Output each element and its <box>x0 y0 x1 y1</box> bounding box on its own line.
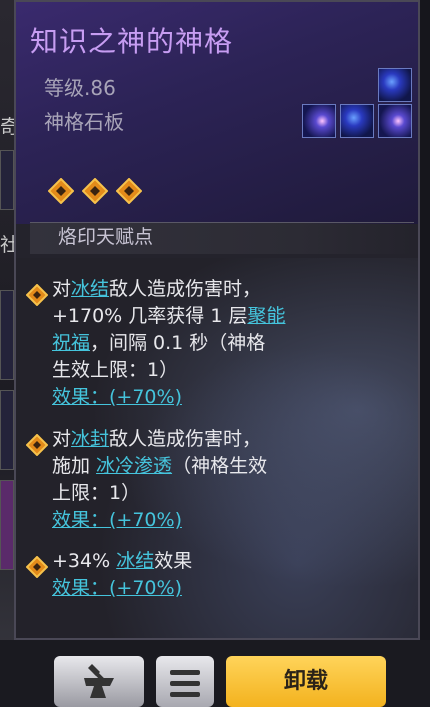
affix-text-line: 对冰结敌人造成伤害时， <box>52 276 406 303</box>
affix-text-line: 祝福，间隔 0.1 秒（神格 <box>52 330 406 357</box>
slate-tile-icon <box>378 68 412 102</box>
rarity-gem-icon <box>116 178 142 204</box>
affix-text-line: 上限：1） <box>52 482 141 504</box>
affix-text: 对 <box>52 278 72 300</box>
affix-effect[interactable]: 效果：(+70%) <box>52 507 406 534</box>
affix-text: 敌人造成伤害时， <box>109 428 262 450</box>
keyword-link[interactable]: 祝福 <box>52 332 90 354</box>
item-header: 知识之神的神格 等级.86 神格石板 <box>16 2 418 224</box>
affix-text: +34% <box>52 550 117 572</box>
affix-text: （神格生效 <box>172 455 268 477</box>
affix-effect[interactable]: 效果：(+70%) <box>52 575 406 602</box>
affix-text: 施加 <box>52 455 97 477</box>
slate-tile-icon <box>340 104 374 138</box>
affix-bullet-icon <box>26 556 48 578</box>
slate-tile-icon <box>378 104 412 138</box>
menu-icon <box>156 656 214 697</box>
rarity-gems <box>48 178 142 204</box>
affix-text-line: 对冰封敌人造成伤害时， <box>52 426 406 453</box>
affix-text-line: 施加 冰冷渗透（神格生效 <box>52 453 406 480</box>
affix-bullet-icon <box>26 284 48 306</box>
item-title: 知识之神的神格 <box>30 25 234 58</box>
affix-text: ，间隔 0.1 秒（神格 <box>90 332 266 354</box>
keyword-link[interactable]: 冰冷渗透 <box>96 455 172 477</box>
background-slot <box>0 150 14 210</box>
item-level: 等级.86 <box>44 76 116 100</box>
affix-bullet-icon <box>26 434 48 456</box>
affix-text: 效果 <box>154 550 193 572</box>
section-header: 烙印天赋点 <box>30 222 414 254</box>
affix-text-line: 生效上限：1） <box>52 359 179 381</box>
rarity-gem-icon <box>48 178 74 204</box>
unload-button[interactable]: 卸载 <box>226 656 386 707</box>
menu-button[interactable] <box>156 656 214 707</box>
affix-text-line: +34% 冰结效果 <box>52 548 406 575</box>
keyword-link[interactable]: 聚能 <box>247 305 285 327</box>
item-type: 神格石板 <box>44 110 124 134</box>
divinity-slate-shape <box>302 66 414 142</box>
affix-text: 对 <box>52 428 72 450</box>
affix-entry: +34% 冰结效果 效果：(+70%) <box>26 548 406 602</box>
affix-entry: 对冰结敌人造成伤害时， +170% 几率获得 1 层聚能 祝福，间隔 0.1 秒… <box>26 276 406 411</box>
background-slot <box>0 480 14 570</box>
anvil-hammer-icon <box>84 664 114 698</box>
affix-text: +170% 几率获得 1 层 <box>52 305 248 327</box>
affix-list: 对冰结敌人造成伤害时， +170% 几率获得 1 层聚能 祝福，间隔 0.1 秒… <box>16 258 418 638</box>
keyword-link[interactable]: 冰结 <box>71 278 109 300</box>
background-slot <box>0 290 14 380</box>
item-tooltip-panel: 知识之神的神格 等级.86 神格石板 烙印天赋点 对冰结敌人造成伤害时， +17… <box>14 0 420 640</box>
background-slot <box>0 390 14 470</box>
forge-button[interactable] <box>54 656 144 707</box>
keyword-link[interactable]: 冰封 <box>71 428 109 450</box>
affix-entry: 对冰封敌人造成伤害时， 施加 冰冷渗透（神格生效 上限：1） 效果：(+70%) <box>26 426 406 534</box>
affix-text-line: +170% 几率获得 1 层聚能 <box>52 303 406 330</box>
slate-tile-icon <box>302 104 336 138</box>
affix-effect[interactable]: 效果：(+70%) <box>52 384 406 411</box>
affix-text: 敌人造成伤害时， <box>109 278 262 300</box>
keyword-link[interactable]: 冰结 <box>116 550 154 572</box>
rarity-gem-icon <box>82 178 108 204</box>
